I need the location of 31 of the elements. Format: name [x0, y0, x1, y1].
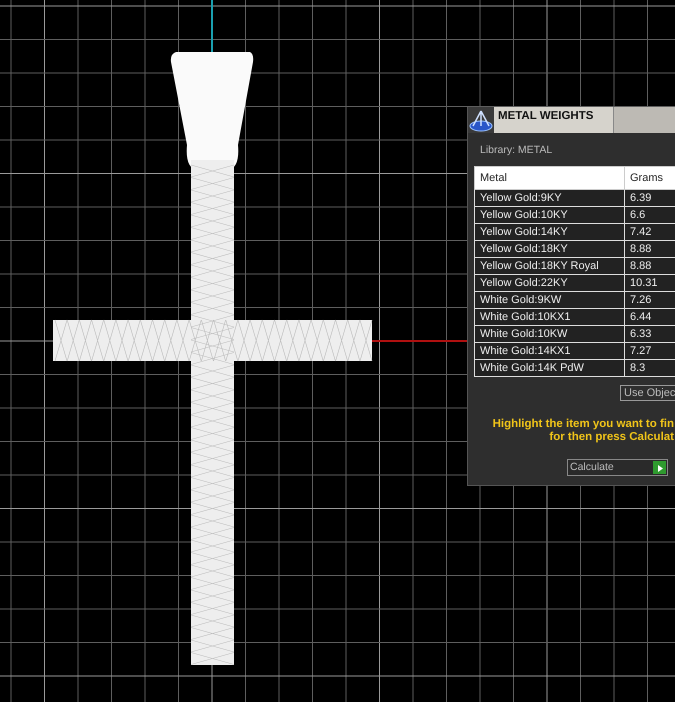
column-header: Grams: [624, 166, 675, 190]
table-cell: Yellow Gold:14KY: [474, 224, 624, 240]
use-object-button[interactable]: Use Objec: [620, 385, 675, 401]
table-cell: 10.31: [624, 274, 675, 292]
table-cell: 7.42: [624, 224, 675, 240]
table-cell: Yellow Gold:10KY: [474, 206, 624, 224]
calculate-dropdown[interactable]: Calculate: [567, 459, 668, 476]
library-label: Library: METAL: [480, 144, 552, 156]
panel-tab[interactable]: METAL WEIGHTS: [494, 107, 614, 133]
table-cell: 7.26: [624, 292, 675, 308]
table-cell: 8.88: [624, 240, 675, 258]
table-cell: White Gold:10KX1: [474, 308, 624, 326]
table-cell: 6.33: [624, 326, 675, 342]
table-cell: Yellow Gold:22KY: [474, 274, 624, 292]
table-cell: Yellow Gold:18KY Royal: [474, 258, 624, 274]
table-cell: White Gold:14K PdW: [474, 360, 624, 376]
table-cell: White Gold:14KX1: [474, 342, 624, 360]
table-cell: 6.6: [624, 206, 675, 224]
column-header: Metal: [474, 166, 624, 190]
instruction-text: Highlight the item you want to fin: [492, 418, 674, 431]
instruction-text: for then press Calculat: [548, 431, 674, 444]
table-cell: Yellow Gold:9KY: [474, 190, 624, 206]
y-axis-line: [211, 0, 213, 52]
table-cell: White Gold:10KW: [474, 326, 624, 342]
table-cell: 7.27: [624, 342, 675, 360]
table-cell: White Gold:9KW: [474, 292, 624, 308]
table-cell: 8.88: [624, 258, 675, 274]
table-cell: 6.39: [624, 190, 675, 206]
table-cell: 6.44: [624, 308, 675, 326]
table-cell: 8.3: [624, 360, 675, 376]
table-cell: Yellow Gold:18KY: [474, 240, 624, 258]
